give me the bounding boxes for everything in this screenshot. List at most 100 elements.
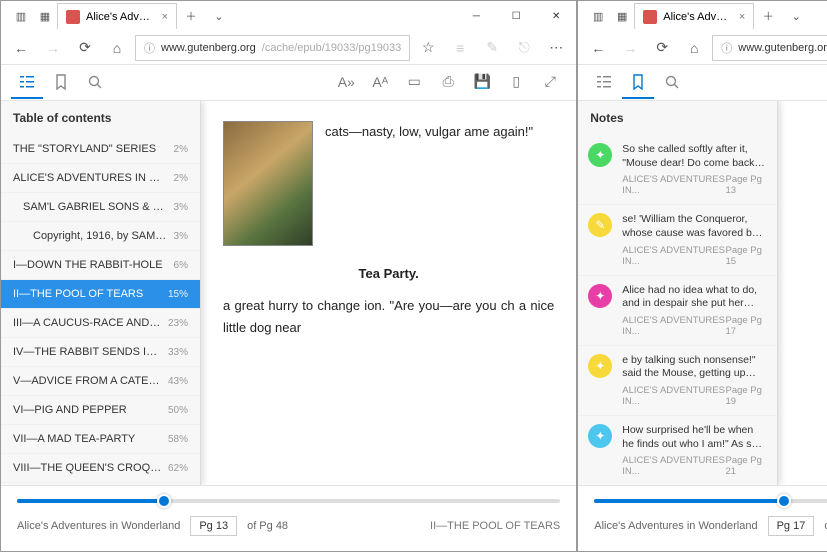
toc-item[interactable]: II—THE POOL OF TEARS15% xyxy=(1,280,200,309)
toc-item[interactable]: IX—WHO STOLE THE TARTS?69% xyxy=(1,483,200,485)
titlebar: ▥ ▦ Alice's Adventures in W × ＋ ⌄ ─ ☐ ✕ xyxy=(578,1,827,31)
layout-icon[interactable]: ▭ xyxy=(398,67,430,99)
reader-toolbar: A» Aᴬ ▭ ⎙ 💾 ▯ ⤢ xyxy=(578,65,827,101)
search-tool[interactable] xyxy=(79,67,111,99)
toc-item[interactable]: V—ADVICE FROM A CATERPILLAR43% xyxy=(1,367,200,396)
content-area: Table of contents THE "STORYLAND" SERIES… xyxy=(1,101,576,485)
toc-tool[interactable] xyxy=(11,67,43,99)
page-input[interactable]: Pg 13 xyxy=(190,516,237,536)
maximize-button[interactable]: ☐ xyxy=(496,1,536,31)
back-button[interactable]: ← xyxy=(584,34,612,62)
favicon-icon xyxy=(643,10,657,24)
footer: Alice's Adventures in Wonderland Pg 13 o… xyxy=(1,485,576,551)
body-line: nd in despair she put her xyxy=(800,222,827,242)
refresh-button[interactable]: ⟳ xyxy=(71,34,99,62)
note-text: e by talking such nonsense!" said the Mo… xyxy=(622,354,767,381)
tabs-icon[interactable]: ▦ xyxy=(33,10,57,23)
note-source: ALICE'S ADVENTURES IN... xyxy=(622,245,725,267)
toc-item[interactable]: VII—A MAD TEA-PARTY58% xyxy=(1,425,200,454)
toc-label: THE "STORYLAND" SERIES xyxy=(13,143,156,155)
fullscreen-icon[interactable]: ⤢ xyxy=(534,67,566,99)
share-button[interactable]: ⎋ xyxy=(510,34,538,62)
note-page: Page Pg 19 xyxy=(725,385,767,407)
tab-dropdown-icon[interactable]: ⌄ xyxy=(782,10,810,23)
read-aloud-icon[interactable]: A» xyxy=(330,67,362,99)
favorite-button[interactable]: ☆ xyxy=(414,34,442,62)
body-line: C and D," she added in a xyxy=(800,463,827,483)
notes-shortcut-icon[interactable]: ✎ xyxy=(478,34,506,62)
url-host: www.gutenberg.org xyxy=(738,42,827,54)
favicon-icon xyxy=(66,10,80,24)
toc-item[interactable]: III—A CAUCUS-RACE AND A LONG TALE23% xyxy=(1,309,200,338)
tab-dropdown-icon[interactable]: ⌄ xyxy=(205,10,233,23)
page-input[interactable]: Pg 17 xyxy=(768,516,815,536)
toc-item[interactable]: VI—PIG AND PEPPER50% xyxy=(1,396,200,425)
progress-slider[interactable] xyxy=(17,499,560,503)
search-tool[interactable] xyxy=(656,67,688,99)
tabs-icon[interactable]: ▦ xyxy=(610,10,634,23)
home-button[interactable]: ⌂ xyxy=(103,34,131,62)
browser-tab[interactable]: Alice's Adventures in W × xyxy=(634,3,754,29)
toc-label: VIII—THE QUEEN'S CROQUET GROUND xyxy=(13,462,162,474)
note-source: ALICE'S ADVENTURES IN... xyxy=(622,315,725,337)
bookmarks-tool[interactable] xyxy=(45,67,77,99)
toc-item[interactable]: SAM'L GABRIEL SONS & COMPANY NEW Y3% xyxy=(1,193,200,222)
note-page: Page Pg 13 xyxy=(725,174,767,196)
pin-icon[interactable]: ▯ xyxy=(500,67,532,99)
site-info-icon[interactable]: ⓘ xyxy=(144,40,155,56)
reading-list-icon[interactable]: ≡ xyxy=(446,34,474,62)
note-item[interactable]: ✦So she called softly after it, "Mouse d… xyxy=(578,135,777,205)
tab-title: Alice's Adventures in W xyxy=(663,11,733,23)
new-tab-button[interactable]: ＋ xyxy=(177,8,205,24)
toc-item[interactable]: Copyright, 1916, by SAM'L GABRIEL SON3% xyxy=(1,222,200,251)
toc-tool[interactable] xyxy=(588,67,620,99)
close-window-button[interactable]: ✕ xyxy=(536,1,576,31)
note-color-icon: ✎ xyxy=(588,213,612,237)
body-line: d the small ones choked xyxy=(800,352,827,372)
progress-slider[interactable] xyxy=(594,499,827,503)
note-item[interactable]: ✦Alice had no idea what to do, and in de… xyxy=(578,276,777,346)
set-aside-icon[interactable]: ▥ xyxy=(586,10,610,23)
note-source: ALICE'S ADVENTURES IN... xyxy=(622,385,725,407)
toc-item[interactable]: IV—THE RABBIT SENDS IN A LITTLE BILL33% xyxy=(1,338,200,367)
close-tab-icon[interactable]: × xyxy=(162,11,168,23)
note-page: Page Pg 15 xyxy=(725,245,767,267)
print-icon[interactable]: ⎙ xyxy=(432,67,464,99)
close-tab-icon[interactable]: × xyxy=(739,11,745,23)
notes-panel: Notes ✦So she called softly after it, "M… xyxy=(578,101,778,485)
toc-label: V—ADVICE FROM A CATERPILLAR xyxy=(13,375,162,387)
slider-thumb[interactable] xyxy=(157,494,171,508)
url-input[interactable]: ⓘ www.gutenberg.org/cache/epub/19033/pg1… xyxy=(135,35,410,61)
forward-button[interactable]: → xyxy=(616,34,644,62)
toc-label: I—DOWN THE RABBIT-HOLE xyxy=(13,259,163,271)
note-item[interactable]: ✎se! 'William the Conqueror, whose cause… xyxy=(578,205,777,275)
refresh-button[interactable]: ⟳ xyxy=(648,34,676,62)
slider-thumb[interactable] xyxy=(777,494,791,508)
body-line: e Dodo, pointing to Alice xyxy=(800,151,827,171)
body-line: history, you know," said xyxy=(800,443,827,463)
note-source: ALICE'S ADVENTURES IN... xyxy=(622,455,725,477)
body-line xyxy=(800,141,827,151)
save-icon[interactable]: 💾 xyxy=(466,67,498,99)
note-item[interactable]: ✦e by talking such nonsense!" said the M… xyxy=(578,346,777,416)
toc-item[interactable]: I—DOWN THE RABBIT-HOLE6% xyxy=(1,251,200,280)
more-button[interactable]: ⋯ xyxy=(542,34,570,62)
site-info-icon[interactable]: ⓘ xyxy=(721,40,732,56)
new-tab-button[interactable]: ＋ xyxy=(754,8,782,24)
set-aside-icon[interactable]: ▥ xyxy=(9,10,33,23)
minimize-button[interactable]: ─ xyxy=(456,1,496,31)
forward-button[interactable]: → xyxy=(39,34,67,62)
body-text: a great hurry to change ion. "Are you—ar… xyxy=(223,295,554,339)
back-button[interactable]: ← xyxy=(7,34,35,62)
url-input[interactable]: ⓘ www.gutenberg.org/cache/epub/19033/pg1… xyxy=(712,35,827,61)
text-size-icon[interactable]: Aᴬ xyxy=(364,67,396,99)
note-text: So she called softly after it, "Mouse de… xyxy=(622,143,767,170)
address-bar: ← → ⟳ ⌂ ⓘ www.gutenberg.org/cache/epub/1… xyxy=(578,31,827,65)
home-button[interactable]: ⌂ xyxy=(680,34,708,62)
browser-tab[interactable]: Alice's Adventures in W × xyxy=(57,3,177,29)
note-item[interactable]: ✦How surprised he'll be when he finds ou… xyxy=(578,416,777,485)
bookmarks-tool[interactable] xyxy=(622,67,654,99)
toc-item[interactable]: ALICE'S ADVENTURES IN WONDERLAND2% xyxy=(1,164,200,193)
toc-item[interactable]: VIII—THE QUEEN'S CROQUET GROUND62% xyxy=(1,454,200,483)
toc-item[interactable]: THE "STORYLAND" SERIES2% xyxy=(1,135,200,164)
